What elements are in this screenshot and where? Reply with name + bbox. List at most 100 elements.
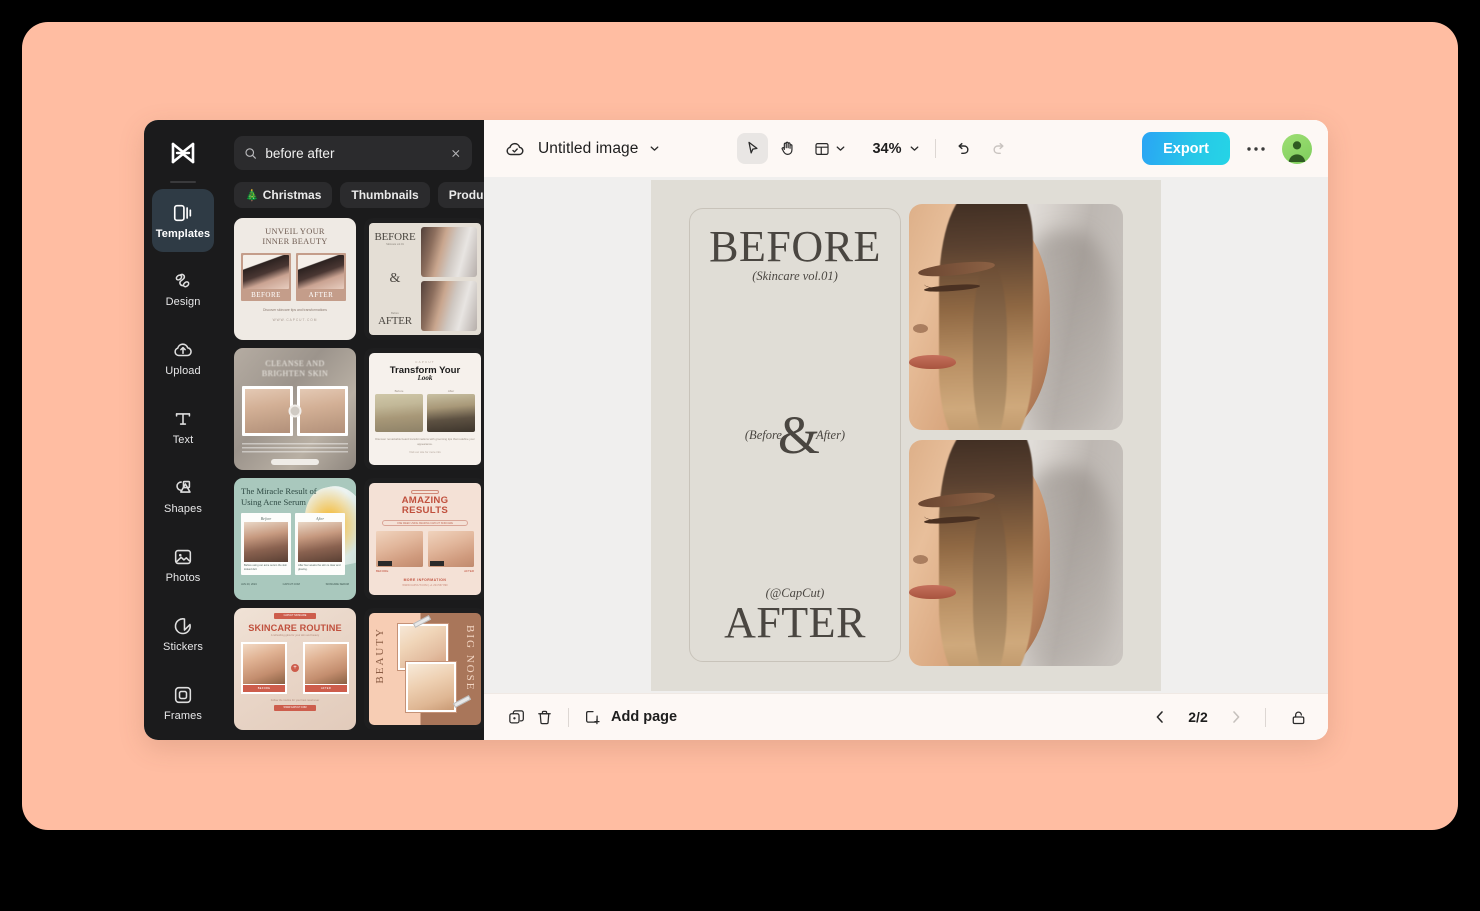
sidebar-item-templates[interactable]: Templates [152, 189, 214, 252]
photo-before[interactable] [909, 204, 1123, 430]
chip-products[interactable]: Produ [437, 182, 484, 208]
text-before-paren[interactable]: (Before [745, 428, 782, 443]
template-photo-pair: BEFORE + AFTER [241, 642, 349, 694]
chip-christmas[interactable]: 🎄 Christmas [234, 182, 333, 208]
template-caption: Before [394, 389, 404, 393]
prev-page-button[interactable] [1149, 706, 1171, 728]
sidebar-item-frames[interactable]: Frames [152, 671, 214, 734]
duplicate-page-button[interactable] [502, 703, 530, 731]
avatar[interactable] [1282, 133, 1312, 164]
cloud-saved-icon[interactable] [502, 136, 528, 162]
layout-tool-button[interactable] [807, 133, 850, 164]
template-body: Discover remarkable beard transformation… [375, 437, 475, 446]
search-box[interactable] [234, 136, 472, 170]
photo-after[interactable] [909, 440, 1123, 666]
document-title-group: Untitled image [502, 136, 661, 162]
template-caption: BEFORE [376, 568, 389, 573]
delete-page-button[interactable] [530, 703, 558, 731]
template-caption: After [447, 389, 455, 393]
unlock-button[interactable] [1284, 703, 1312, 731]
template-brand: CAPCUT [415, 360, 435, 364]
sidebar-item-stickers[interactable]: Stickers [152, 602, 214, 665]
chevron-right-icon [1233, 711, 1240, 723]
redo-button[interactable] [986, 136, 1012, 162]
template-photo-pair [242, 386, 348, 436]
sidebar-item-label: Stickers [163, 640, 203, 653]
template-card-unveil-inner-beauty[interactable]: UNVEIL YOUR INNER BEAUTY BEFORE AFTER Di… [234, 218, 356, 340]
templates-grid: UNVEIL YOUR INNER BEAUTY BEFORE AFTER Di… [222, 218, 484, 740]
template-card-cleanse-brighten-skin[interactable]: CLEANSE AND BRIGHTEN SKIN [234, 348, 356, 470]
subtitle-skincare-vol[interactable]: (Skincare vol.01) [752, 269, 838, 284]
compare-slider-handle[interactable] [288, 404, 302, 418]
editor-topbar: Untitled image 34% Export [484, 120, 1328, 177]
template-photo-pair: Before Before using our acne serum the s… [241, 513, 349, 575]
sidebar-item-shapes[interactable]: Shapes [152, 465, 214, 528]
canvas-area[interactable]: BEFORE (Skincare vol.01) (Before & After… [484, 177, 1328, 693]
sidebar-item-upload[interactable]: Upload [152, 327, 214, 390]
sidebar-item-label: Design [165, 296, 201, 309]
templates-panel: 🎄 Christmas Thumbnails Produ UNVEIL YOUR… [222, 120, 484, 740]
export-button[interactable]: Export [1142, 132, 1230, 165]
chip-thumbnails[interactable]: Thumbnails [340, 182, 430, 208]
more-options-button[interactable] [1244, 137, 1268, 161]
template-caption: After [316, 516, 324, 521]
document-title[interactable]: Untitled image [538, 140, 638, 158]
template-card-skincare-routine[interactable]: CAPCUT SKINCARE SKINCARE ROUTINE A refre… [234, 608, 356, 730]
template-headline: UNVEIL YOUR INNER BEAUTY [262, 227, 328, 246]
template-brand-tag [411, 490, 439, 494]
page-indicator: 2/2 [1188, 709, 1208, 725]
bottombar-divider [568, 707, 569, 727]
template-caption: BEFORE [243, 685, 285, 692]
search-icon [245, 147, 256, 159]
template-card-transform-your-look[interactable]: CAPCUT Transform Your Look Before After [364, 348, 484, 470]
chip-label: Christmas [262, 188, 322, 202]
add-page-button[interactable]: Add page [583, 708, 677, 727]
text-ampersand[interactable]: & [778, 408, 820, 462]
template-url: WWW.CAPCUT.COM [272, 318, 318, 322]
template-headline: Transform Your Look [375, 365, 475, 384]
frames-icon [174, 686, 192, 703]
template-photo-pair: Before After [375, 389, 475, 432]
design-page[interactable]: BEFORE (Skincare vol.01) (Before & After… [651, 179, 1161, 691]
template-pill-top: CAPCUT SKINCARE [274, 613, 316, 619]
text-after-paren[interactable]: After) [816, 428, 845, 443]
template-button [271, 459, 319, 465]
design-icon [175, 274, 190, 288]
next-page-button[interactable] [1225, 706, 1247, 728]
chevron-down-icon [910, 146, 918, 151]
search-input[interactable] [265, 145, 443, 161]
template-headline: SKINCARE ROUTINE [248, 623, 342, 633]
search-row [222, 120, 484, 170]
template-photo-pair: BEFORE AFTER [376, 531, 474, 573]
sidebar-item-design[interactable]: Design [152, 258, 214, 321]
template-card-before-and-after[interactable]: BEFORE Skincare vol.01 & Before AFTER [364, 218, 484, 340]
hand-tool-button[interactable] [772, 133, 803, 164]
chevron-down-icon[interactable] [648, 142, 661, 155]
text-frame[interactable]: BEFORE (Skincare vol.01) (Before & After… [689, 208, 901, 662]
template-body: WWW.CAPCUT.COM | +1 234 567 890 [402, 583, 448, 587]
template-title-top: BEFORE [374, 231, 416, 243]
sidebar-item-label: Frames [164, 709, 202, 722]
sidebar-item-text[interactable]: Text [152, 396, 214, 459]
undo-arrow-icon [957, 142, 969, 154]
undo-button[interactable] [950, 136, 976, 162]
template-headline: CLEANSE AND BRIGHTEN SKIN [261, 359, 329, 378]
template-card-amazing-results[interactable]: AMAZING RESULTS ONE WEEK USING AMAZING C… [364, 478, 484, 600]
editor-main: Untitled image 34% Export BEFORE (Skinca… [484, 120, 1328, 740]
title-after[interactable]: AFTER [724, 599, 866, 647]
select-tool-button[interactable] [737, 133, 769, 164]
template-card-beauty-big-nose[interactable]: BEAUTY BIG NOSE [364, 608, 484, 730]
zoom-control[interactable]: 34% [872, 141, 920, 157]
template-photo-bottom [405, 661, 457, 713]
template-card-miracle-acne-serum[interactable]: The Miracle Result of Using Acne Serum B… [234, 478, 356, 600]
page-nav-group: 2/2 [1149, 703, 1312, 731]
title-before[interactable]: BEFORE [709, 223, 881, 271]
sidebar-item-photos[interactable]: Photos [152, 533, 214, 596]
close-icon[interactable] [450, 147, 462, 160]
stickers-icon [174, 617, 191, 634]
history-group [950, 136, 1012, 162]
capcut-logo[interactable] [144, 128, 222, 177]
unlock-icon [1292, 711, 1304, 724]
template-footer: Visit our site for more info [409, 450, 441, 454]
text-icon [175, 413, 191, 425]
